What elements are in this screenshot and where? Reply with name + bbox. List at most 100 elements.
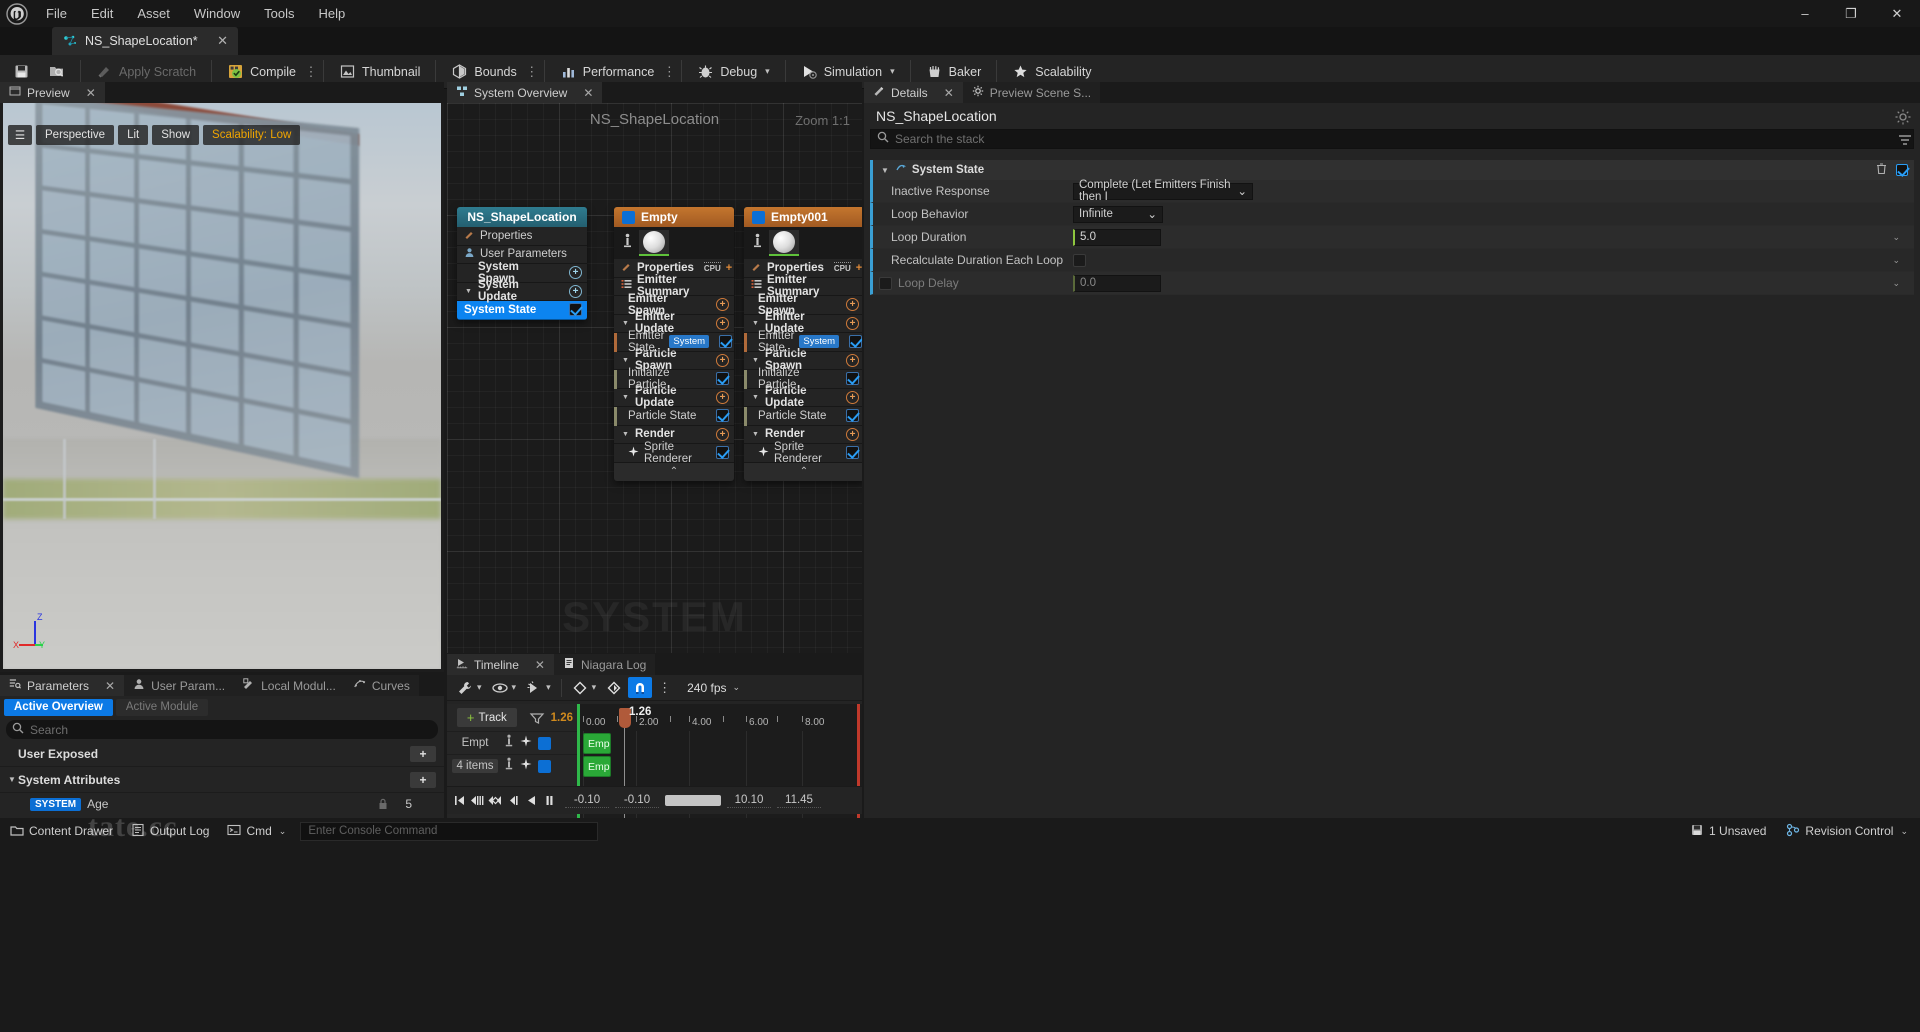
asset-tab-ns-shapelocation[interactable]: NS_ShapeLocation* ✕ bbox=[52, 27, 238, 55]
emitter-collapse-button[interactable]: ⌃ bbox=[614, 462, 734, 481]
emitter-row-emitter-state[interactable]: Emitter State System bbox=[744, 330, 862, 354]
system-node-row-properties[interactable]: Properties bbox=[457, 227, 587, 246]
property-row-loop-duration[interactable]: Loop Duration 5.0 ⌄ bbox=[870, 226, 1914, 249]
revision-control-button[interactable]: Revision Control ⌄ bbox=[1778, 820, 1916, 842]
transport-field-range-start[interactable]: -0.10 bbox=[615, 794, 659, 808]
renderer-enabled-checkbox[interactable] bbox=[846, 446, 859, 460]
emitter-row-sprite-renderer[interactable]: Sprite Renderer bbox=[614, 441, 734, 465]
menu-help[interactable]: Help bbox=[306, 0, 357, 27]
emitter-collapse-button[interactable]: ⌃ bbox=[744, 462, 862, 481]
timeline-visibility-menu[interactable]: ▾ bbox=[488, 677, 521, 698]
property-group-header[interactable]: ▼ System State bbox=[870, 160, 1914, 180]
emitter-row-particle-state[interactable]: Particle State bbox=[744, 407, 862, 426]
tab-local-modules[interactable]: Local Modul... bbox=[234, 675, 345, 696]
timeline-overflow-menu[interactable]: ⋮ bbox=[654, 677, 675, 698]
mode-active-module[interactable]: Active Module bbox=[115, 698, 209, 716]
tab-preview-scene-settings[interactable]: Preview Scene S... bbox=[962, 82, 1101, 103]
row-expander-icon[interactable]: ⌄ bbox=[1892, 255, 1904, 266]
unsaved-assets-button[interactable]: 1 Unsaved bbox=[1682, 820, 1774, 842]
add-module-icon[interactable]: + bbox=[569, 284, 582, 298]
timeline-playback-menu[interactable]: ▾ bbox=[522, 677, 555, 698]
maximize-button[interactable]: ❐ bbox=[1828, 0, 1874, 27]
unreal-engine-logo-icon[interactable] bbox=[0, 0, 34, 27]
details-filter-icon[interactable] bbox=[1896, 132, 1914, 150]
chevron-down-icon[interactable]: ▼ bbox=[621, 394, 630, 401]
timeline-key-group-button[interactable] bbox=[602, 677, 626, 698]
emitter-node-empty[interactable]: Empty Properties CPU + Stage Emitter bbox=[614, 207, 734, 481]
chevron-down-icon[interactable]: ▼ bbox=[751, 431, 760, 438]
content-drawer-button[interactable]: Content Drawer bbox=[2, 820, 121, 842]
jump-to-start-button[interactable] bbox=[451, 790, 468, 812]
parameters-tab-close-icon[interactable]: ✕ bbox=[105, 679, 115, 693]
loop-delay-enable-checkbox[interactable] bbox=[879, 276, 892, 290]
minimize-button[interactable]: – bbox=[1782, 0, 1828, 27]
menu-edit[interactable]: Edit bbox=[79, 0, 125, 27]
details-search-input[interactable] bbox=[895, 132, 1907, 146]
track-filter-icon[interactable] bbox=[529, 710, 545, 726]
chevron-down-icon[interactable]: ▼ bbox=[621, 320, 630, 327]
parameters-section-system-attributes[interactable]: ▼ System Attributes + bbox=[0, 767, 444, 793]
property-row-recalculate-duration[interactable]: Recalculate Duration Each Loop ⌄ bbox=[870, 249, 1914, 272]
timeline-wrench-menu[interactable]: ▾ bbox=[453, 677, 486, 698]
add-module-icon[interactable]: + bbox=[846, 298, 859, 312]
inactive-response-combo[interactable]: Complete (Let Emitters Finish then I ⌄ bbox=[1073, 179, 1253, 203]
emitter-renderer-thumbnail[interactable] bbox=[639, 230, 669, 256]
emitter-row-sprite-renderer[interactable]: Sprite Renderer bbox=[744, 441, 862, 465]
track-enabled-checkbox[interactable] bbox=[538, 759, 551, 773]
module-enabled-checkbox[interactable] bbox=[846, 372, 859, 386]
emitter-row-emitter-state[interactable]: Emitter State System bbox=[614, 330, 734, 354]
row-expander-icon[interactable]: ⌄ bbox=[1892, 278, 1904, 289]
tab-details[interactable]: Details ✕ bbox=[864, 82, 963, 103]
viewport-render-area[interactable]: ☰ Perspective Lit Show Scalability: Low … bbox=[3, 103, 441, 669]
show-menu-button[interactable]: Show bbox=[152, 125, 200, 145]
add-module-icon[interactable]: + bbox=[846, 316, 859, 330]
details-search-bar[interactable] bbox=[870, 129, 1914, 149]
add-module-icon[interactable]: + bbox=[846, 390, 859, 404]
transport-field-view-end[interactable]: 11.45 bbox=[777, 794, 821, 808]
module-enabled-checkbox[interactable] bbox=[716, 409, 729, 423]
track-enabled-checkbox[interactable] bbox=[538, 736, 551, 750]
system-overview-tab-close-icon[interactable]: ✕ bbox=[583, 86, 593, 100]
camera-mode-button[interactable]: Perspective bbox=[36, 125, 115, 145]
play-reverse-button[interactable] bbox=[523, 790, 540, 812]
emitter-node-empty001[interactable]: Empty001 Properties CPU + Stage Emit bbox=[744, 207, 862, 481]
emitter-row-initialize-particle[interactable]: Initialize Particle bbox=[614, 367, 734, 391]
chevron-down-icon[interactable]: ▼ bbox=[751, 394, 760, 401]
cmd-mode-button[interactable]: Cmd ⌄ bbox=[219, 820, 294, 842]
property-row-inactive-response[interactable]: Inactive Response Complete (Let Emitters… bbox=[870, 179, 1914, 203]
property-row-loop-behavior[interactable]: Loop Behavior Infinite ⌄ bbox=[870, 203, 1914, 226]
cpu-sim-target-label[interactable]: CPU bbox=[833, 262, 851, 273]
table-row[interactable]: 4 items bbox=[447, 754, 577, 777]
recalculate-duration-checkbox[interactable] bbox=[1073, 253, 1086, 267]
add-module-icon[interactable]: + bbox=[716, 298, 729, 312]
console-command-field[interactable] bbox=[300, 821, 599, 841]
menu-window[interactable]: Window bbox=[182, 0, 252, 27]
add-module-icon[interactable]: + bbox=[716, 353, 729, 367]
add-module-icon[interactable]: + bbox=[716, 427, 729, 441]
table-row[interactable]: Empt bbox=[447, 731, 577, 754]
viewport-menu-button[interactable]: ☰ bbox=[8, 125, 32, 145]
chevron-down-icon[interactable]: ▼ bbox=[621, 357, 630, 364]
graph-canvas[interactable]: NS_ShapeLocation Zoom 1:1 SYSTEM NS_Shap… bbox=[447, 103, 862, 653]
preview-tab-close-icon[interactable]: ✕ bbox=[86, 86, 96, 100]
tab-parameters[interactable]: Parameters ✕ bbox=[0, 675, 125, 696]
loop-behavior-combo[interactable]: Infinite ⌄ bbox=[1073, 205, 1163, 223]
previous-key-button[interactable] bbox=[487, 790, 504, 812]
emitter-row-particle-update[interactable]: ▼ Particle Update + bbox=[614, 385, 734, 409]
system-node[interactable]: NS_ShapeLocation Properties User Paramet… bbox=[457, 207, 587, 320]
add-module-icon[interactable]: + bbox=[846, 427, 859, 441]
tab-user-parameters[interactable]: User Param... bbox=[124, 675, 235, 696]
add-module-icon[interactable]: + bbox=[716, 316, 729, 330]
add-system-attribute-button[interactable]: + bbox=[410, 771, 436, 788]
emitter-row-particle-state[interactable]: Particle State bbox=[614, 407, 734, 426]
tab-timeline[interactable]: Timeline ✕ bbox=[447, 654, 554, 675]
details-tab-close-icon[interactable]: ✕ bbox=[944, 86, 954, 100]
emitter-enabled-checkbox[interactable] bbox=[752, 210, 765, 224]
row-expander-icon[interactable]: ⌄ bbox=[1892, 232, 1904, 243]
add-stage-icon[interactable]: + bbox=[856, 262, 862, 274]
add-track-button[interactable]: + Track bbox=[457, 708, 517, 727]
property-row-loop-delay[interactable]: Loop Delay 0.0 ⌄ bbox=[870, 272, 1914, 295]
asset-tab-close-icon[interactable]: ✕ bbox=[216, 33, 230, 49]
chevron-down-icon[interactable]: ▼ bbox=[621, 431, 630, 438]
add-stage-icon[interactable]: + bbox=[726, 262, 732, 274]
